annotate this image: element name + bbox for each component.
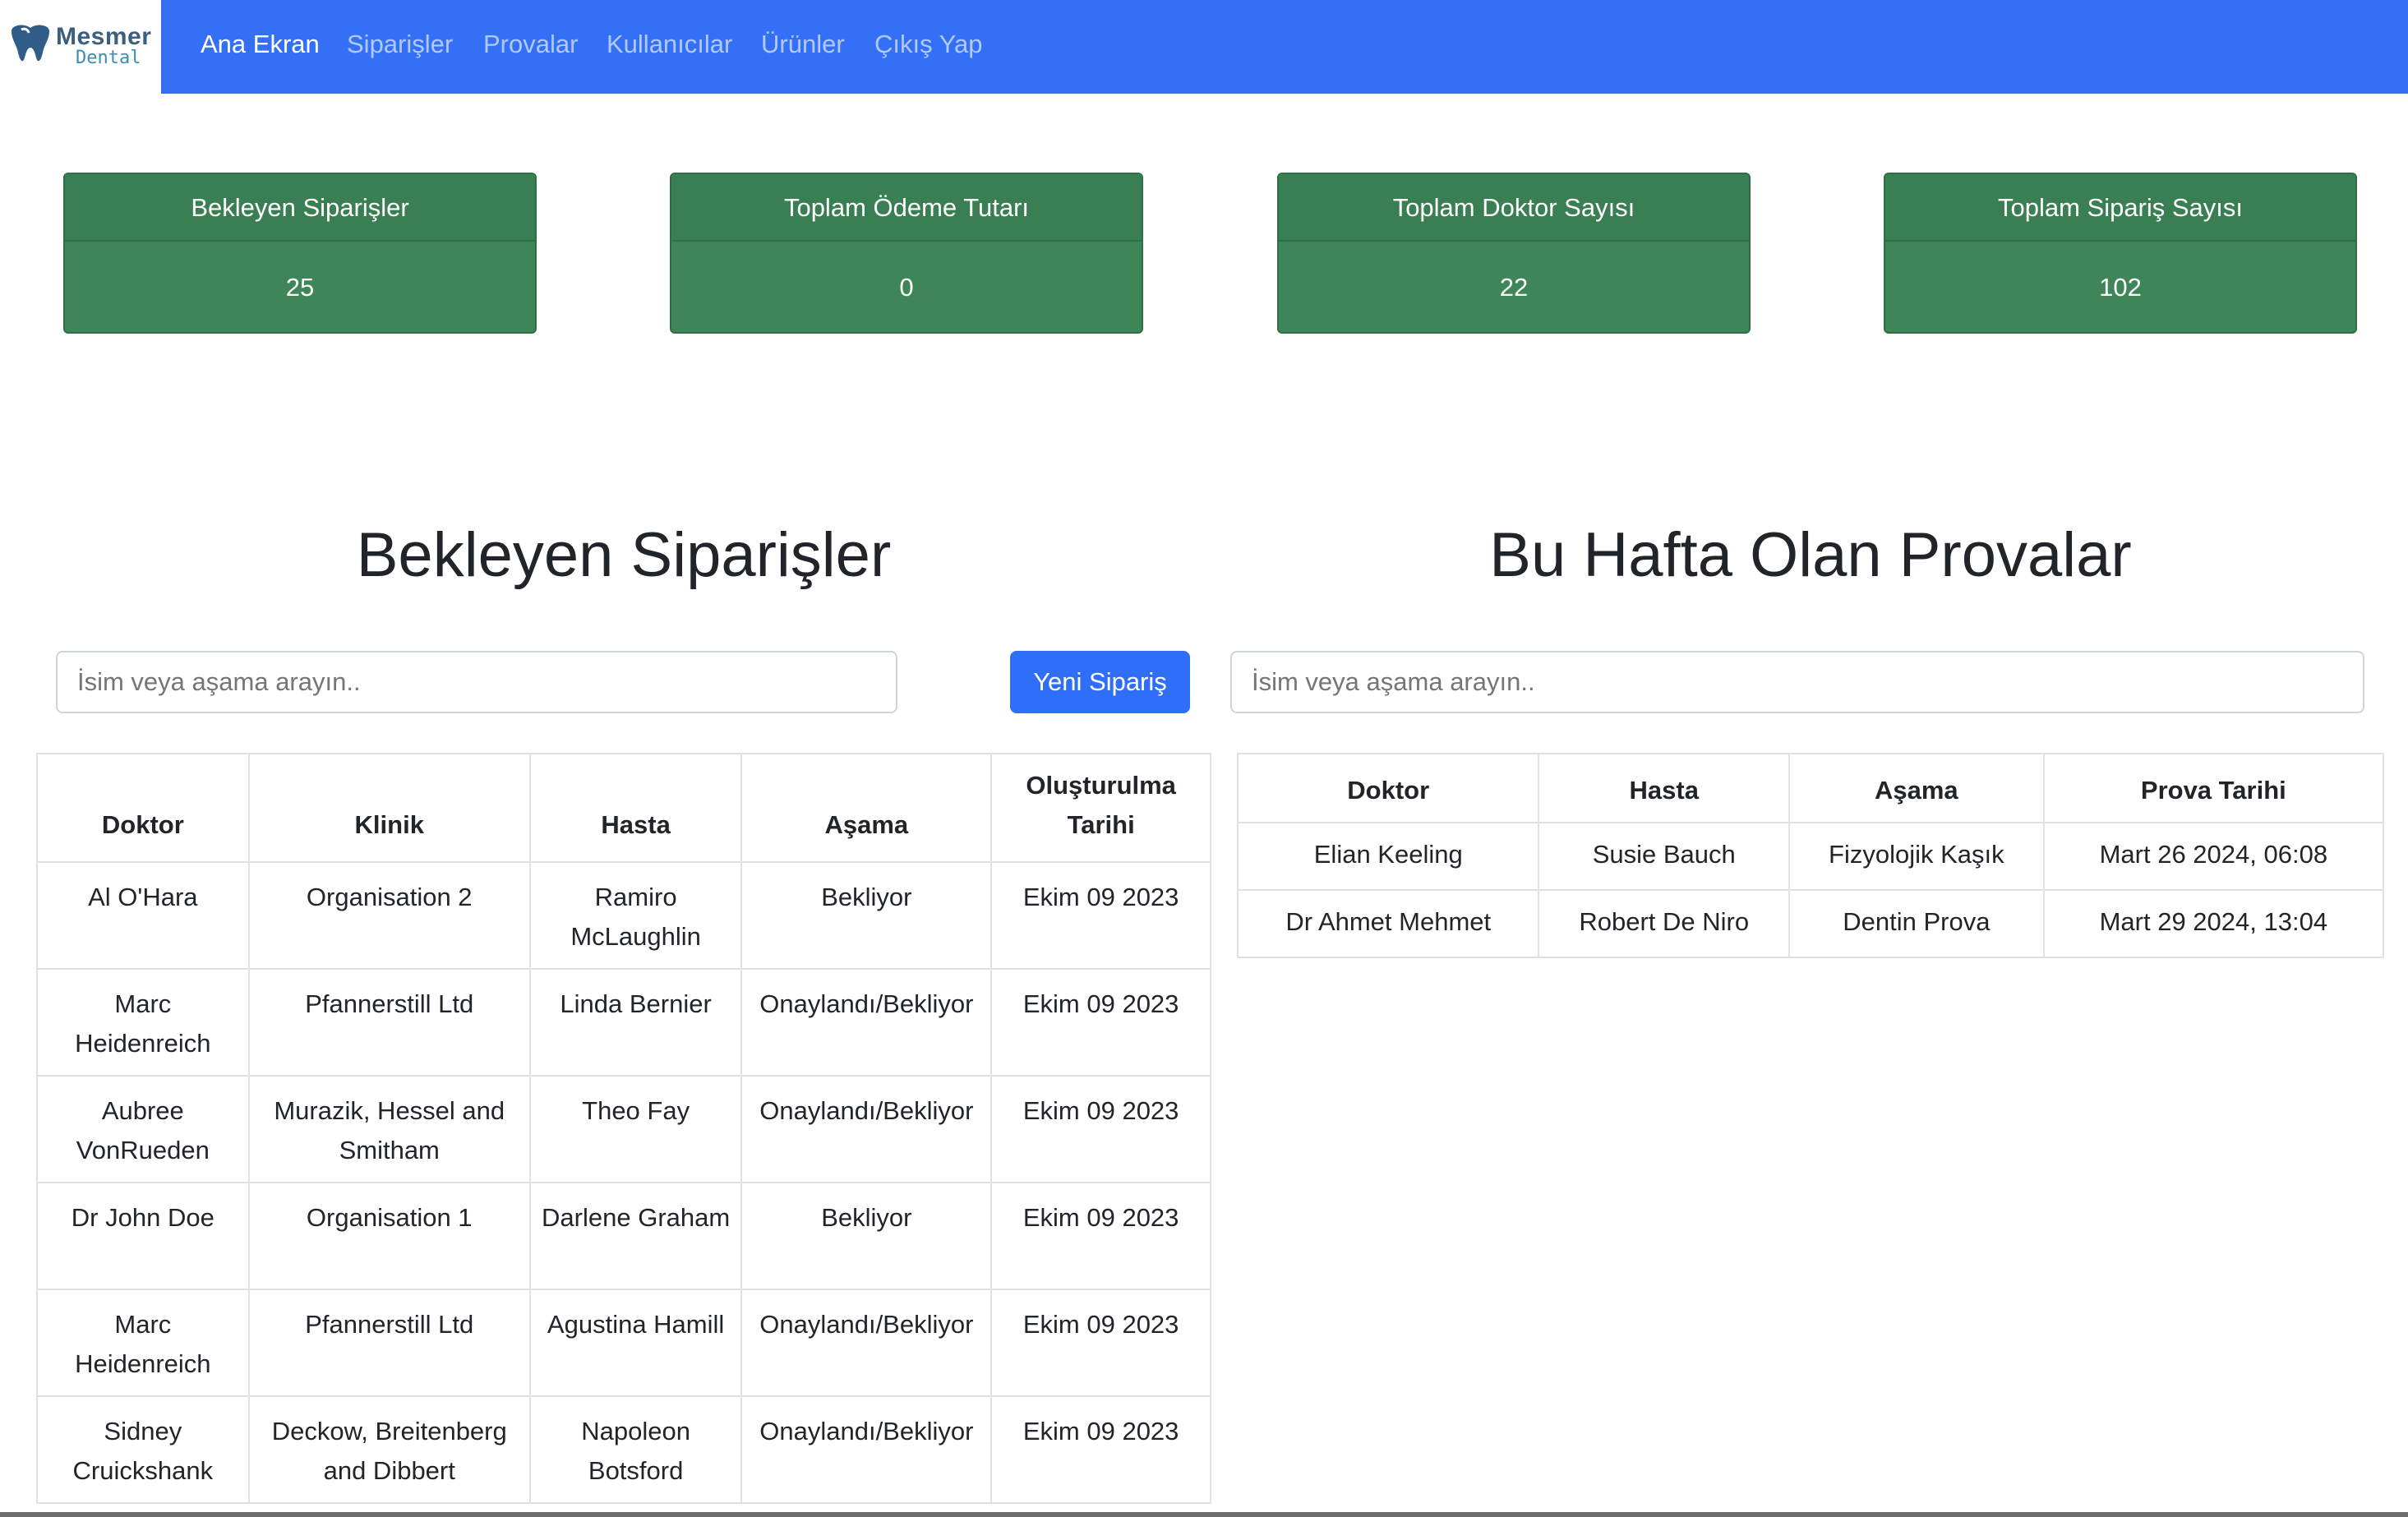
cell-clinic: Deckow, Breitenberg and Dibbert	[247, 1395, 531, 1504]
cell-doctor: Elian Keeling	[1236, 822, 1540, 891]
cell-patient: Ramiro McLaughlin	[528, 861, 743, 970]
brand-subtitle: Dental	[76, 48, 141, 68]
stat-card-pending-orders: Bekleyen Siparişler 25	[63, 173, 537, 334]
table-row[interactable]: Al O'Hara Organisation 2 Ramiro McLaughl…	[36, 861, 1211, 970]
column-header-stage[interactable]: Aşama	[740, 753, 993, 863]
stat-card-total-payment: Toplam Ödeme Tutarı 0	[670, 173, 1143, 334]
top-navbar: Mesmer Dental Ana Ekran Siparişler Prova…	[0, 0, 2408, 94]
cell-created-date: Ekim 09 2023	[990, 1075, 1211, 1183]
cell-patient: Susie Bauch	[1538, 822, 1791, 891]
cell-trial-date: Mart 29 2024, 13:04	[2042, 889, 2385, 958]
cell-stage: Onaylandı/Bekliyor	[740, 1075, 993, 1183]
cell-patient: Agustina Hamill	[528, 1289, 743, 1397]
cell-patient: Theo Fay	[528, 1075, 743, 1183]
table-row[interactable]: Dr Ahmet Mehmet Robert De Niro Dentin Pr…	[1236, 889, 2385, 958]
nav-users[interactable]: Kullanıcılar	[607, 30, 732, 59]
nav-home[interactable]: Ana Ekran	[201, 30, 320, 59]
trials-search-input[interactable]	[1230, 651, 2364, 713]
table-row[interactable]: Aubree VonRueden Murazik, Hessel and Smi…	[36, 1075, 1211, 1183]
nav-logout[interactable]: Çıkış Yap	[874, 30, 983, 59]
weekly-trials-table: Doktor Hasta Aşama Prova Tarihi Elian Ke…	[1236, 753, 2385, 958]
cell-clinic: Murazik, Hessel and Smitham	[247, 1075, 531, 1183]
cell-created-date: Ekim 09 2023	[990, 1182, 1211, 1290]
stat-card-label: Toplam Sipariş Sayısı	[1885, 174, 2355, 242]
cell-stage: Onaylandı/Bekliyor	[740, 1289, 993, 1397]
orders-search-input[interactable]	[56, 651, 897, 713]
table-row[interactable]: Marc Heidenreich Pfannerstill Ltd Linda …	[36, 968, 1211, 1077]
cell-clinic: Organisation 1	[247, 1182, 531, 1290]
cell-created-date: Ekim 09 2023	[990, 968, 1211, 1077]
cell-stage: Dentin Prova	[1788, 889, 2045, 958]
stat-card-value: 22	[1499, 273, 1529, 302]
table-row[interactable]: Sidney Cruickshank Deckow, Breitenberg a…	[36, 1395, 1211, 1504]
cell-patient: Linda Bernier	[528, 968, 743, 1077]
window-bottom-edge	[0, 1512, 2408, 1517]
stat-card-total-doctors: Toplam Doktor Sayısı 22	[1277, 173, 1751, 334]
column-header-patient[interactable]: Hasta	[528, 753, 743, 863]
new-order-button[interactable]: Yeni Sipariş	[1010, 651, 1190, 713]
column-header-patient[interactable]: Hasta	[1538, 753, 1791, 823]
pending-orders-title: Bekleyen Siparişler	[356, 520, 892, 590]
stat-card-value: 102	[2099, 273, 2142, 302]
cell-doctor: Marc Heidenreich	[36, 1289, 250, 1397]
cell-doctor: Al O'Hara	[36, 861, 250, 970]
table-row[interactable]: Dr John Doe Organisation 1 Darlene Graha…	[36, 1182, 1211, 1290]
stat-card-label: Bekleyen Siparişler	[65, 174, 535, 242]
column-header-stage[interactable]: Aşama	[1788, 753, 2045, 823]
table-row[interactable]: Marc Heidenreich Pfannerstill Ltd Agusti…	[36, 1289, 1211, 1397]
tooth-icon	[12, 25, 49, 62]
cell-patient: Robert De Niro	[1538, 889, 1791, 958]
brand-logo[interactable]: Mesmer Dental	[0, 0, 161, 94]
column-header-doctor[interactable]: Doktor	[1236, 753, 1540, 823]
cell-clinic: Pfannerstill Ltd	[247, 1289, 531, 1397]
cell-created-date: Ekim 09 2023	[990, 861, 1211, 970]
brand-name: Mesmer	[56, 23, 152, 50]
cell-patient: Napoleon Botsford	[528, 1395, 743, 1504]
cell-stage: Bekliyor	[740, 1182, 993, 1290]
cell-patient: Darlene Graham	[528, 1182, 743, 1290]
nav-trials[interactable]: Provalar	[483, 30, 578, 59]
stat-card-total-orders: Toplam Sipariş Sayısı 102	[1884, 173, 2357, 334]
cell-stage: Onaylandı/Bekliyor	[740, 1395, 993, 1504]
cell-stage: Fizyolojik Kaşık	[1788, 822, 2045, 891]
column-header-trial-date[interactable]: Prova Tarihi	[2042, 753, 2385, 823]
cell-clinic: Organisation 2	[247, 861, 531, 970]
cell-created-date: Ekim 09 2023	[990, 1289, 1211, 1397]
column-header-doctor[interactable]: Doktor	[36, 753, 250, 863]
stat-card-value: 0	[899, 273, 914, 302]
stat-card-label: Toplam Doktor Sayısı	[1279, 174, 1749, 242]
table-header-row: Doktor Klinik Hasta Aşama Oluşturulma Ta…	[36, 753, 1211, 863]
cell-trial-date: Mart 26 2024, 06:08	[2042, 822, 2385, 891]
stat-card-label: Toplam Ödeme Tutarı	[671, 174, 1142, 242]
cell-doctor: Aubree VonRueden	[36, 1075, 250, 1183]
cell-created-date: Ekim 09 2023	[990, 1395, 1211, 1504]
nav-products[interactable]: Ürünler	[761, 30, 845, 59]
column-header-clinic[interactable]: Klinik	[247, 753, 531, 863]
cell-stage: Onaylandı/Bekliyor	[740, 968, 993, 1077]
nav-orders[interactable]: Siparişler	[347, 30, 453, 59]
cell-doctor: Sidney Cruickshank	[36, 1395, 250, 1504]
cell-clinic: Pfannerstill Ltd	[247, 968, 531, 1077]
table-header-row: Doktor Hasta Aşama Prova Tarihi	[1236, 753, 2385, 823]
cell-doctor: Dr Ahmet Mehmet	[1236, 889, 1540, 958]
weekly-trials-title: Bu Hafta Olan Provalar	[1489, 520, 2132, 590]
cell-doctor: Dr John Doe	[36, 1182, 250, 1290]
table-row[interactable]: Elian Keeling Susie Bauch Fizyolojik Kaş…	[1236, 822, 2385, 891]
pending-orders-table: Doktor Klinik Hasta Aşama Oluşturulma Ta…	[36, 753, 1211, 1504]
stat-card-value: 25	[285, 273, 315, 302]
cell-doctor: Marc Heidenreich	[36, 968, 250, 1077]
cell-stage: Bekliyor	[740, 861, 993, 970]
column-header-created-date[interactable]: Oluşturulma Tarihi	[990, 753, 1211, 863]
